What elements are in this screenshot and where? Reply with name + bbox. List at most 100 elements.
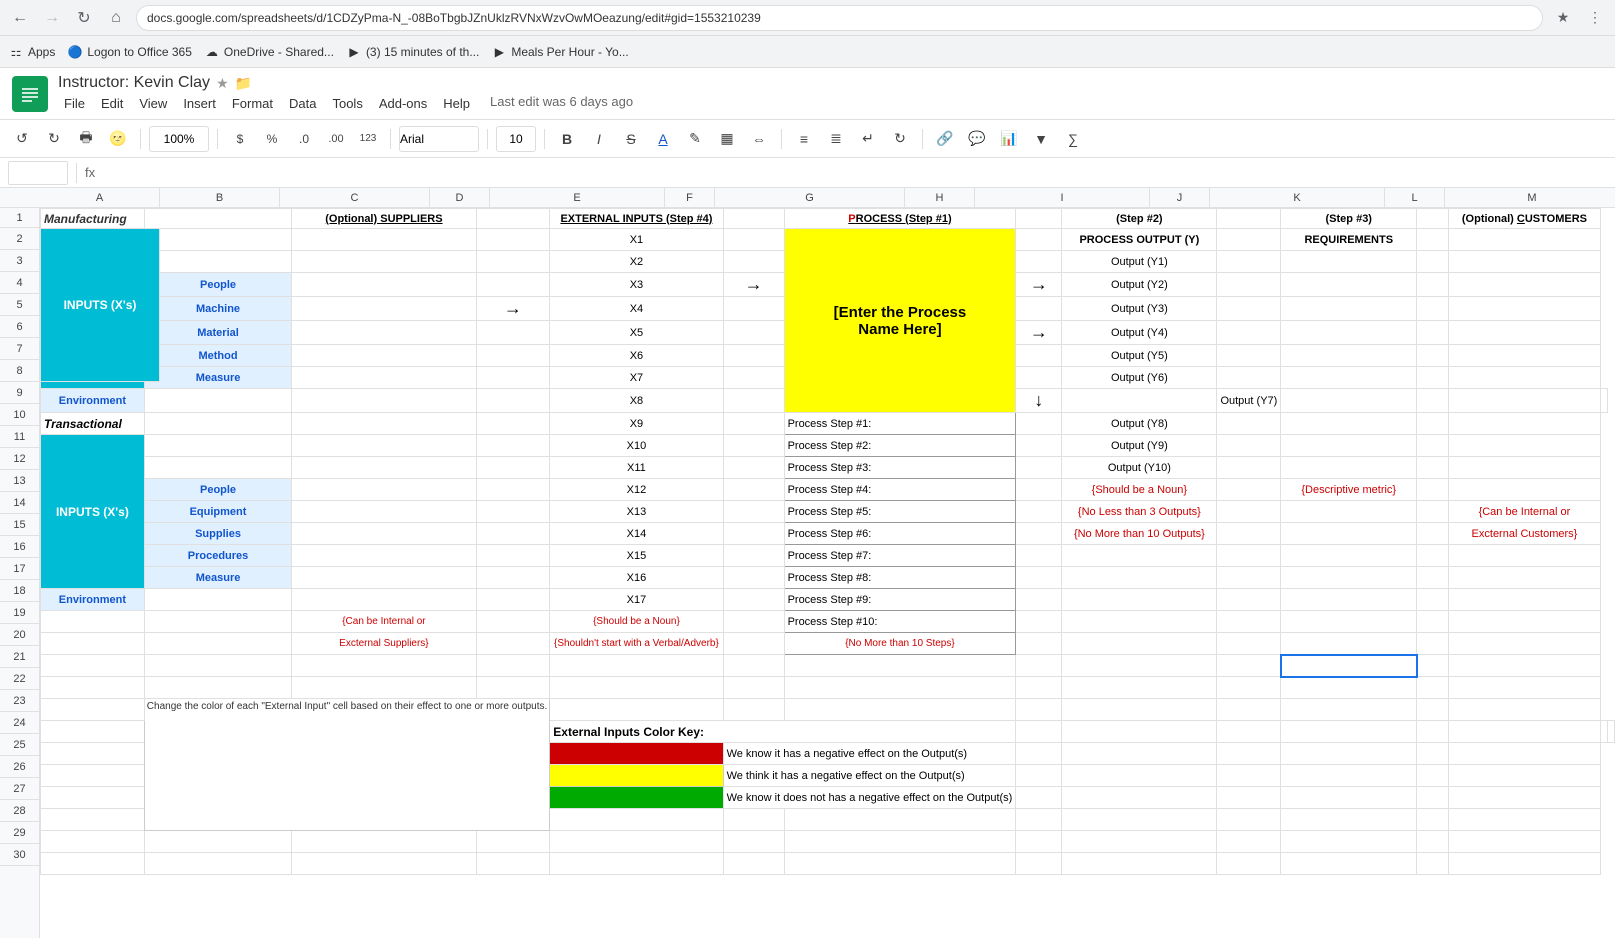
function-button[interactable]: ∑ — [1059, 125, 1087, 153]
cell-e15[interactable]: X14 — [550, 523, 723, 545]
merge-button[interactable]: ⇔ — [745, 125, 773, 153]
cell-b29[interactable] — [144, 831, 291, 853]
cell-j23[interactable] — [1217, 699, 1281, 721]
cell-l28[interactable] — [1417, 809, 1449, 831]
font-size-selector[interactable] — [496, 126, 536, 152]
cell-m18[interactable] — [1448, 589, 1600, 611]
cell-h28[interactable] — [1016, 809, 1062, 831]
cell-h2[interactable] — [1016, 229, 1062, 251]
cell-b10[interactable] — [144, 413, 291, 435]
cell-j20[interactable] — [1217, 633, 1281, 655]
cell-c22[interactable] — [292, 677, 476, 699]
cell-l21[interactable] — [1417, 655, 1449, 677]
cell-j15[interactable] — [1217, 523, 1281, 545]
cell-e18[interactable]: X17 — [550, 589, 723, 611]
cell-h3[interactable] — [1016, 251, 1062, 273]
cell-l12[interactable] — [1417, 457, 1449, 479]
cell-b4[interactable]: People — [144, 273, 291, 297]
cell-a1[interactable]: Manufacturing — [41, 209, 145, 229]
cell-j10[interactable] — [1217, 413, 1281, 435]
cell-d6[interactable] — [476, 321, 550, 345]
cell-d29[interactable] — [476, 831, 550, 853]
col-header-e[interactable]: E — [490, 188, 665, 207]
cell-l18[interactable] — [1417, 589, 1449, 611]
strikethrough-button[interactable]: S — [617, 125, 645, 153]
row-header-13[interactable]: 13 — [0, 470, 39, 492]
cell-g23[interactable] — [784, 699, 1016, 721]
cell-a20[interactable] — [41, 633, 145, 655]
menu-help[interactable]: Help — [437, 94, 476, 113]
col-header-g[interactable]: G — [715, 188, 905, 207]
cell-j16[interactable] — [1217, 545, 1281, 567]
cell-l27[interactable] — [1417, 787, 1449, 809]
cell-e13[interactable]: X12 — [550, 479, 723, 501]
cell-a21[interactable] — [41, 655, 145, 677]
cell-h7[interactable] — [1016, 345, 1062, 367]
cell-i16[interactable] — [1062, 545, 1217, 567]
cell-j5[interactable] — [1217, 297, 1281, 321]
cell-m1[interactable]: (Optional) CUSTOMERS — [1448, 209, 1600, 229]
row-header-10[interactable]: 10 — [0, 404, 39, 426]
cell-g12-process-step3[interactable]: Process Step #3: — [784, 457, 1016, 479]
cell-k11[interactable] — [1281, 435, 1417, 457]
cell-l5[interactable] — [1417, 297, 1449, 321]
cell-e1[interactable]: EXTERNAL INPUTS (Step #4) — [550, 209, 723, 229]
bookmark-youtube1[interactable]: ▶ (3) 15 minutes of th... — [346, 44, 479, 60]
cell-f24[interactable] — [1016, 721, 1062, 743]
cell-c14[interactable] — [292, 501, 476, 523]
cell-g22[interactable] — [784, 677, 1016, 699]
cell-d9[interactable] — [476, 389, 550, 413]
cell-e12[interactable]: X11 — [550, 457, 723, 479]
cell-e6[interactable]: X5 — [550, 321, 723, 345]
cell-l7[interactable] — [1417, 345, 1449, 367]
cell-g2-process-box[interactable]: [Enter the ProcessName Here] — [784, 229, 1016, 413]
cell-e11[interactable]: X10 — [550, 435, 723, 457]
cell-h16[interactable] — [1016, 545, 1062, 567]
cell-m14[interactable]: {Can be Internal or — [1448, 501, 1600, 523]
row-header-16[interactable]: 16 — [0, 536, 39, 558]
link-button[interactable]: 🔗 — [931, 125, 959, 153]
font-selector[interactable] — [399, 126, 479, 152]
cell-m26[interactable] — [1448, 765, 1600, 787]
cell-l26[interactable] — [1417, 765, 1449, 787]
cell-d5[interactable]: → — [476, 297, 550, 321]
cell-l6[interactable] — [1417, 321, 1449, 345]
row-header-22[interactable]: 22 — [0, 668, 39, 690]
cell-c3[interactable] — [292, 251, 476, 273]
cell-i19[interactable] — [1062, 611, 1217, 633]
cell-h1[interactable] — [1016, 209, 1062, 229]
cell-i24[interactable] — [1281, 721, 1417, 743]
zoom-selector[interactable] — [149, 126, 209, 152]
cell-b1[interactable] — [144, 209, 291, 229]
cell-f12[interactable] — [723, 457, 784, 479]
cell-k22[interactable] — [1281, 677, 1417, 699]
cell-m22[interactable] — [1448, 677, 1600, 699]
cell-i28[interactable] — [1062, 809, 1217, 831]
row-header-9[interactable]: 9 — [0, 382, 39, 404]
cell-f19[interactable] — [723, 611, 784, 633]
cell-c15[interactable] — [292, 523, 476, 545]
cell-m27[interactable] — [1448, 787, 1600, 809]
cell-c20-supplier-note2[interactable]: Excternal Suppliers} — [292, 633, 476, 655]
menu-insert[interactable]: Insert — [177, 94, 222, 113]
cell-k8[interactable] — [1281, 367, 1417, 389]
cell-a9[interactable]: Environment — [41, 389, 145, 413]
cell-l13[interactable] — [1417, 479, 1449, 501]
row-header-15[interactable]: 15 — [0, 514, 39, 536]
cell-k13[interactable]: {Descriptive metric} — [1281, 479, 1417, 501]
cell-i8[interactable]: Output (Y6) — [1062, 367, 1217, 389]
cell-b8[interactable]: Measure — [144, 367, 291, 389]
cell-m12[interactable] — [1448, 457, 1600, 479]
cell-g14-process-step5[interactable]: Process Step #5: — [784, 501, 1016, 523]
cell-f16[interactable] — [723, 545, 784, 567]
cell-d1[interactable] — [476, 209, 550, 229]
menu-format[interactable]: Format — [226, 94, 279, 113]
decimal-dec[interactable]: .0 — [290, 125, 318, 153]
cell-h25[interactable] — [1016, 743, 1062, 765]
cell-l4[interactable] — [1417, 273, 1449, 297]
cell-i2-output-header[interactable]: PROCESS OUTPUT (Y) — [1062, 229, 1217, 251]
cell-e16[interactable]: X15 — [550, 545, 723, 567]
cell-f30[interactable] — [723, 853, 784, 875]
borders-button[interactable]: ▦ — [713, 125, 741, 153]
cell-a11-transactional-inputs[interactable]: INPUTS (X's) — [41, 435, 145, 589]
